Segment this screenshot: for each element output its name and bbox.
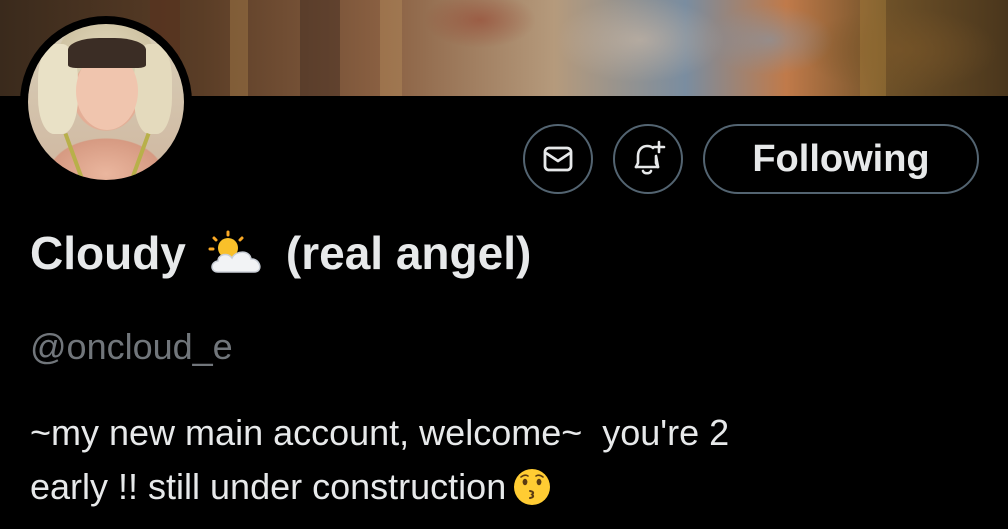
- bell-plus-icon: [628, 139, 668, 179]
- banner-detail: [300, 0, 340, 96]
- profile-bio: ~my new main account, welcome~ you're 2 …: [30, 406, 990, 514]
- display-name-text: Cloudy: [30, 227, 186, 279]
- bio-line-2: early !! still under construction: [30, 466, 507, 507]
- bio-line-1: ~my new main account, welcome~ you're 2: [30, 412, 730, 453]
- banner-detail: [380, 0, 402, 96]
- avatar-photo: [28, 24, 184, 180]
- following-button[interactable]: Following: [703, 124, 979, 194]
- notifications-button[interactable]: [613, 124, 683, 194]
- avatar[interactable]: [20, 16, 192, 188]
- following-label: Following: [752, 137, 930, 180]
- sun-behind-cloud-icon: [204, 230, 268, 276]
- banner-detail: [860, 0, 886, 96]
- display-name-suffix: (real angel): [285, 227, 532, 279]
- banner-detail: [230, 0, 248, 96]
- profile-page: Following Cloudy (real angel) @oncloud_e…: [0, 0, 1008, 529]
- display-name: Cloudy (real angel): [30, 226, 531, 280]
- message-button[interactable]: [523, 124, 593, 194]
- username-handle: @oncloud_e: [30, 326, 233, 367]
- envelope-icon: [543, 146, 573, 172]
- kissing-face-icon: [512, 467, 552, 507]
